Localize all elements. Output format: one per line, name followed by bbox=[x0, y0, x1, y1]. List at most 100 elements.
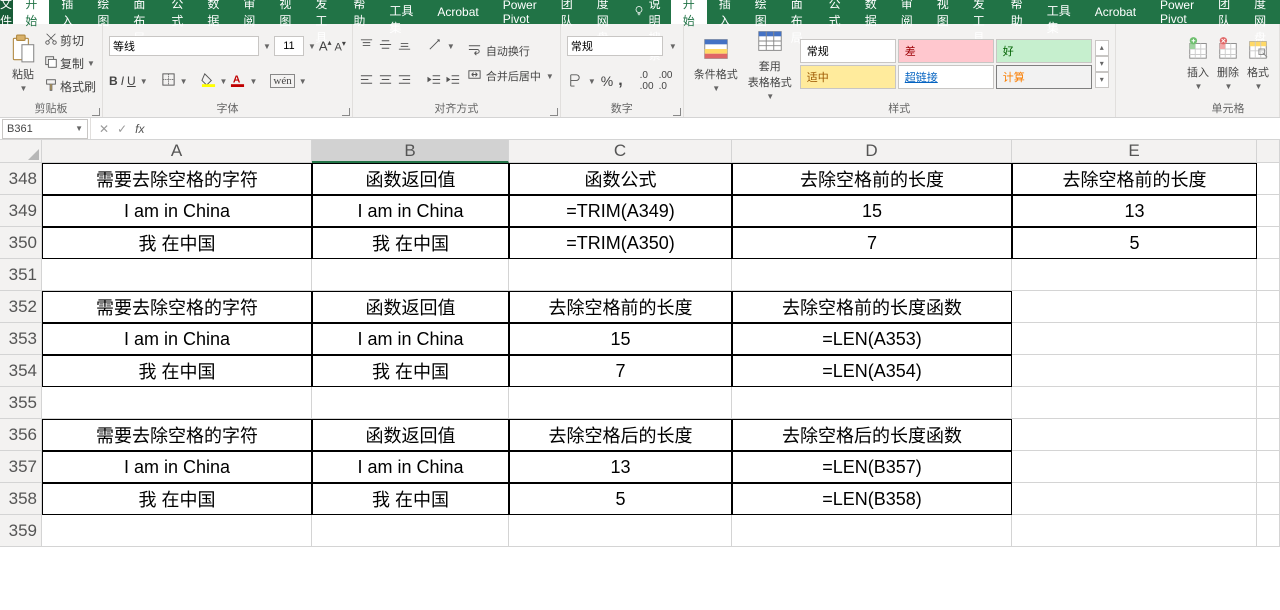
cell-E358[interactable] bbox=[1012, 483, 1257, 515]
ribbon-tab-14[interactable]: 百度网盘 bbox=[585, 0, 623, 24]
cancel-formula-icon[interactable]: ✕ bbox=[99, 122, 109, 136]
font-size-combo[interactable] bbox=[274, 36, 304, 56]
name-box[interactable]: B361 ▼ bbox=[2, 119, 88, 139]
underline-button[interactable]: U bbox=[127, 74, 136, 88]
align-middle-icon[interactable] bbox=[378, 37, 393, 55]
cell-E357[interactable] bbox=[1012, 451, 1257, 483]
cell-tail-348[interactable] bbox=[1257, 163, 1280, 195]
cell-D359[interactable] bbox=[732, 515, 1012, 547]
ribbon-tab-9[interactable]: 帮助 bbox=[999, 0, 1035, 24]
cell-style-0[interactable]: 常规 bbox=[800, 39, 896, 63]
ribbon-tab-9[interactable]: 帮助 bbox=[341, 0, 377, 24]
cell-tail-350[interactable] bbox=[1257, 227, 1280, 259]
ribbon-tab-10[interactable]: PDF工具集 bbox=[1035, 0, 1083, 24]
cell-C354[interactable]: 7 bbox=[509, 355, 732, 387]
cell-B354[interactable]: 我 在中国 bbox=[312, 355, 509, 387]
select-all-triangle[interactable] bbox=[0, 140, 42, 163]
ribbon-tab-8[interactable]: 开发工具 bbox=[961, 0, 999, 24]
cell-E351[interactable] bbox=[1012, 259, 1257, 291]
cell-D356[interactable]: 去除空格后的长度函数 bbox=[732, 419, 1012, 451]
column-header-C[interactable]: C bbox=[509, 140, 732, 163]
chevron-down-icon[interactable]: ▼ bbox=[308, 42, 316, 51]
align-bottom-icon[interactable] bbox=[397, 37, 412, 55]
align-left-icon[interactable] bbox=[359, 72, 374, 90]
ribbon-tab-0[interactable]: 开始 bbox=[671, 0, 707, 24]
insert-cells-button[interactable]: 插入▼ bbox=[1183, 36, 1213, 91]
delete-cells-button[interactable]: 删除▼ bbox=[1213, 36, 1243, 91]
cell-tail-355[interactable] bbox=[1257, 387, 1280, 419]
ribbon-tab-4[interactable]: 公式 bbox=[159, 0, 195, 24]
cell-B357[interactable]: I am in China bbox=[312, 451, 509, 483]
cell-D358[interactable]: =LEN(B358) bbox=[732, 483, 1012, 515]
worksheet-grid[interactable]: ABCDE 348需要去除空格的字符函数返回值函数公式去除空格前的长度去除空格前… bbox=[0, 140, 1280, 547]
cell-C355[interactable] bbox=[509, 387, 732, 419]
cell-A357[interactable]: I am in China bbox=[42, 451, 312, 483]
ribbon-tab-6[interactable]: 审阅 bbox=[231, 0, 267, 24]
cell-E355[interactable] bbox=[1012, 387, 1257, 419]
row-header-355[interactable]: 355 bbox=[0, 387, 42, 419]
decrease-font-icon[interactable]: A▾ bbox=[335, 39, 346, 54]
ribbon-tab-4[interactable]: 公式 bbox=[817, 0, 853, 24]
cell-style-3[interactable]: 适中 bbox=[800, 65, 896, 89]
cell-C352[interactable]: 去除空格前的长度 bbox=[509, 291, 732, 323]
font-color-button[interactable]: A bbox=[230, 72, 245, 90]
cell-B359[interactable] bbox=[312, 515, 509, 547]
cell-E348[interactable]: 去除空格前的长度 bbox=[1012, 163, 1257, 195]
ribbon-tab-12[interactable]: Power Pivot bbox=[491, 0, 549, 24]
row-header-353[interactable]: 353 bbox=[0, 323, 42, 355]
cut-button[interactable]: 剪切 bbox=[44, 30, 96, 52]
cell-A353[interactable]: I am in China bbox=[42, 323, 312, 355]
cell-E354[interactable] bbox=[1012, 355, 1257, 387]
column-header-E[interactable]: E bbox=[1012, 140, 1257, 163]
cell-E350[interactable]: 5 bbox=[1012, 227, 1257, 259]
row-header-352[interactable]: 352 bbox=[0, 291, 42, 323]
gallery-up-icon[interactable]: ▴ bbox=[1095, 40, 1109, 56]
ribbon-tab-10[interactable]: PDF工具集 bbox=[377, 0, 425, 24]
cell-D349[interactable]: 15 bbox=[732, 195, 1012, 227]
row-header-356[interactable]: 356 bbox=[0, 419, 42, 451]
cell-style-2[interactable]: 好 bbox=[996, 39, 1092, 63]
ribbon-tab-1[interactable]: 插入 bbox=[707, 0, 743, 24]
cell-D353[interactable]: =LEN(A353) bbox=[732, 323, 1012, 355]
tell-me[interactable]: 操作说明搜索 bbox=[623, 0, 671, 24]
cell-B355[interactable] bbox=[312, 387, 509, 419]
gallery-more-icon[interactable]: ▾ bbox=[1095, 72, 1109, 88]
cell-B350[interactable]: 我 在中国 bbox=[312, 227, 509, 259]
row-header-349[interactable]: 349 bbox=[0, 195, 42, 227]
cell-tail-356[interactable] bbox=[1257, 419, 1280, 451]
number-format-combo[interactable] bbox=[567, 36, 663, 56]
formula-input[interactable] bbox=[152, 119, 1280, 139]
bold-button[interactable]: B bbox=[109, 74, 118, 88]
cell-A352[interactable]: 需要去除空格的字符 bbox=[42, 291, 312, 323]
phonetic-button[interactable]: wén bbox=[270, 74, 294, 88]
ribbon-tab-12[interactable]: Power Pivot bbox=[1148, 0, 1206, 24]
cell-tail-352[interactable] bbox=[1257, 291, 1280, 323]
ribbon-tab-14[interactable]: 百度网盘 bbox=[1242, 0, 1280, 24]
ribbon-tab-11[interactable]: Acrobat bbox=[1083, 0, 1148, 24]
cell-C356[interactable]: 去除空格后的长度 bbox=[509, 419, 732, 451]
cell-B349[interactable]: I am in China bbox=[312, 195, 509, 227]
fill-color-button[interactable] bbox=[201, 72, 216, 90]
column-header-next[interactable] bbox=[1257, 140, 1280, 163]
cell-C353[interactable]: 15 bbox=[509, 323, 732, 355]
row-header-358[interactable]: 358 bbox=[0, 483, 42, 515]
ribbon-tab-8[interactable]: 开发工具 bbox=[303, 0, 341, 24]
cell-A354[interactable]: 我 在中国 bbox=[42, 355, 312, 387]
align-center-icon[interactable] bbox=[378, 72, 393, 90]
row-header-348[interactable]: 348 bbox=[0, 163, 42, 195]
cell-E356[interactable] bbox=[1012, 419, 1257, 451]
cell-E359[interactable] bbox=[1012, 515, 1257, 547]
conditional-format-button[interactable]: 条件格式▼ bbox=[690, 26, 742, 101]
cell-E353[interactable] bbox=[1012, 323, 1257, 355]
increase-decimal-icon[interactable]: .0.00 bbox=[640, 70, 654, 92]
ribbon-tab-1[interactable]: 插入 bbox=[49, 0, 85, 24]
cell-A359[interactable] bbox=[42, 515, 312, 547]
cell-style-1[interactable]: 差 bbox=[898, 39, 994, 63]
cell-C348[interactable]: 函数公式 bbox=[509, 163, 732, 195]
ribbon-tab-7[interactable]: 视图 bbox=[925, 0, 961, 24]
cell-B353[interactable]: I am in China bbox=[312, 323, 509, 355]
ribbon-tab-2[interactable]: 绘图 bbox=[85, 0, 121, 24]
cell-tail-351[interactable] bbox=[1257, 259, 1280, 291]
cell-A350[interactable]: 我 在中国 bbox=[42, 227, 312, 259]
ribbon-tab-3[interactable]: 页面布局 bbox=[121, 0, 159, 24]
